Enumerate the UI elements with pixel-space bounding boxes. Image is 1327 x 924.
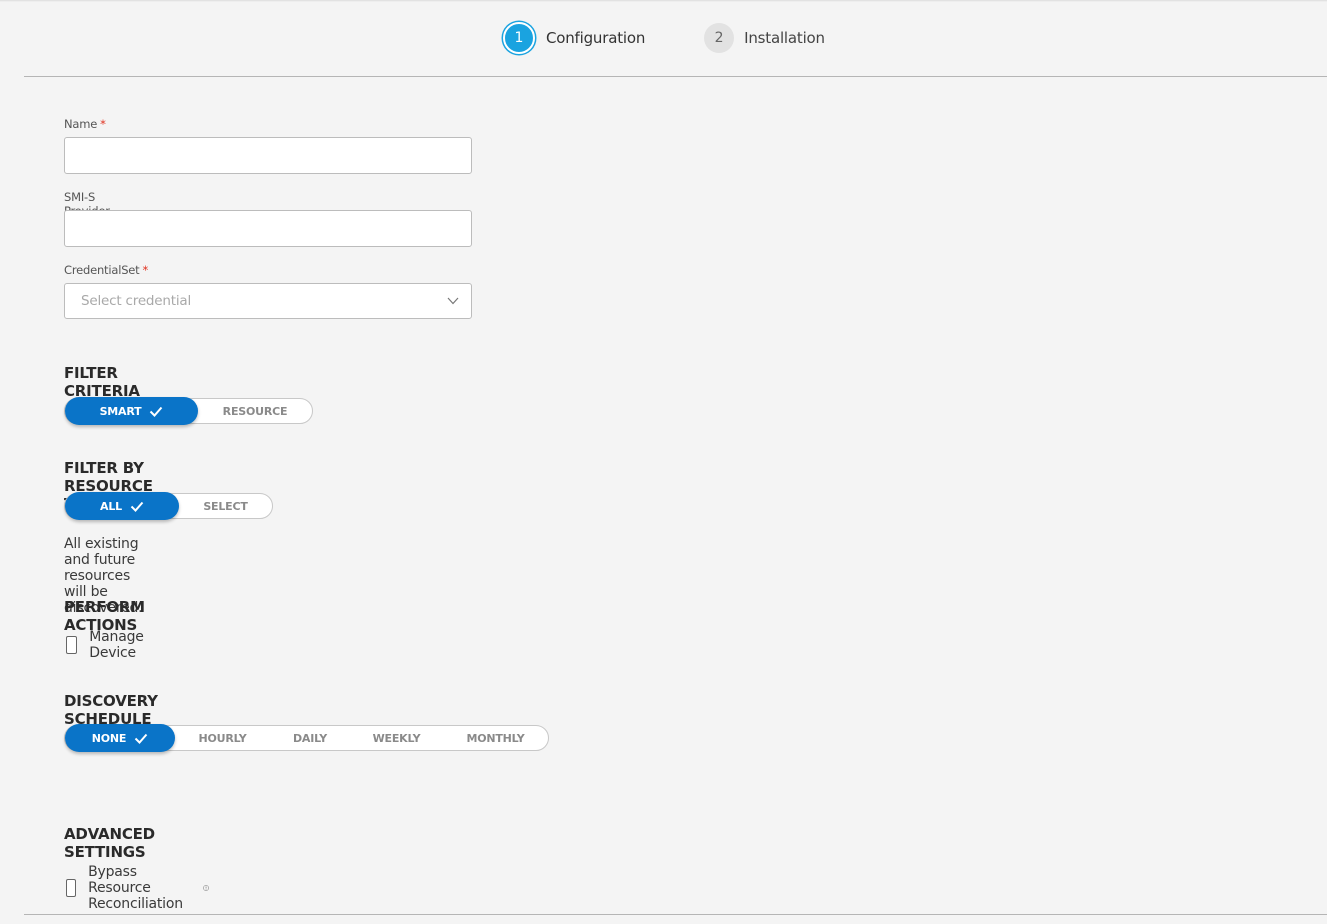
discovery-schedule-toggle: NONE HOURLY DAILY WEEKLY MONTHLY xyxy=(64,724,549,752)
info-icon[interactable] xyxy=(202,882,209,894)
wizard-stepper: 1 Configuration 2 Installation xyxy=(502,21,825,55)
checkmark-icon xyxy=(150,406,163,417)
schedule-option-weekly[interactable]: WEEKLY xyxy=(350,726,443,750)
footer-divider xyxy=(24,914,1327,915)
option-label: MONTHLY xyxy=(466,731,525,745)
manage-device-label[interactable]: Manage Device xyxy=(89,629,150,661)
filter-criteria-option-smart[interactable]: SMART xyxy=(65,397,198,425)
option-label: ALL xyxy=(100,499,122,513)
step-label: Installation xyxy=(744,29,825,47)
advanced-settings-title: ADVANCED SETTINGS xyxy=(64,825,155,861)
step-label: Configuration xyxy=(546,29,646,47)
option-label: HOURLY xyxy=(198,731,247,745)
resource-type-toggle: ALL SELECT xyxy=(64,492,273,520)
option-label: NONE xyxy=(91,731,127,745)
checkmark-icon xyxy=(135,733,148,744)
checkmark-icon xyxy=(130,501,144,512)
bypass-reconciliation-label[interactable]: Bypass Resource Reconciliation xyxy=(88,864,197,912)
chevron-down-icon xyxy=(447,297,459,305)
option-label: RESOURCE xyxy=(222,404,288,418)
discovery-schedule-title: DISCOVERY SCHEDULE xyxy=(64,692,158,728)
credential-select-placeholder: Select credential xyxy=(81,293,192,309)
filter-criteria-toggle: SMART RESOURCE xyxy=(64,397,313,425)
required-asterisk: * xyxy=(142,263,149,277)
option-label: SELECT xyxy=(203,499,248,513)
manage-device-option: Manage Device xyxy=(64,629,150,661)
credential-set-label: CredentialSet * xyxy=(64,263,148,277)
step-configuration[interactable]: 1 Configuration xyxy=(502,21,645,55)
schedule-option-none[interactable]: NONE xyxy=(65,724,175,752)
manage-device-checkbox[interactable] xyxy=(66,636,78,654)
name-label: Name * xyxy=(64,117,106,131)
header-divider xyxy=(24,76,1327,77)
schedule-option-hourly[interactable]: HOURLY xyxy=(175,726,270,750)
top-edge xyxy=(0,0,1327,2)
name-input[interactable] xyxy=(64,137,472,174)
step-installation[interactable]: 2 Installation xyxy=(704,23,825,53)
step-number-badge: 1 xyxy=(503,22,535,54)
schedule-option-daily[interactable]: DAILY xyxy=(270,726,350,750)
ip-address-input[interactable] xyxy=(64,210,472,247)
option-label: DAILY xyxy=(293,731,327,745)
credential-set-label-text: CredentialSet xyxy=(64,263,140,277)
required-asterisk: * xyxy=(100,117,106,131)
option-label: SMART xyxy=(99,404,142,418)
bypass-reconciliation-option: Bypass Resource Reconciliation xyxy=(64,864,209,912)
option-label: WEEKLY xyxy=(372,731,421,745)
filter-criteria-option-resource[interactable]: RESOURCE xyxy=(198,399,312,423)
resource-type-option-select[interactable]: SELECT xyxy=(179,494,272,518)
resource-type-option-all[interactable]: ALL xyxy=(65,492,179,520)
bypass-reconciliation-checkbox[interactable] xyxy=(66,879,77,897)
name-label-text: Name xyxy=(64,117,98,131)
credential-select[interactable]: Select credential xyxy=(64,283,472,319)
step-number-badge: 2 xyxy=(704,23,735,53)
filter-criteria-title: FILTER CRITERIA xyxy=(64,364,140,400)
schedule-option-monthly[interactable]: MONTHLY xyxy=(443,726,548,750)
